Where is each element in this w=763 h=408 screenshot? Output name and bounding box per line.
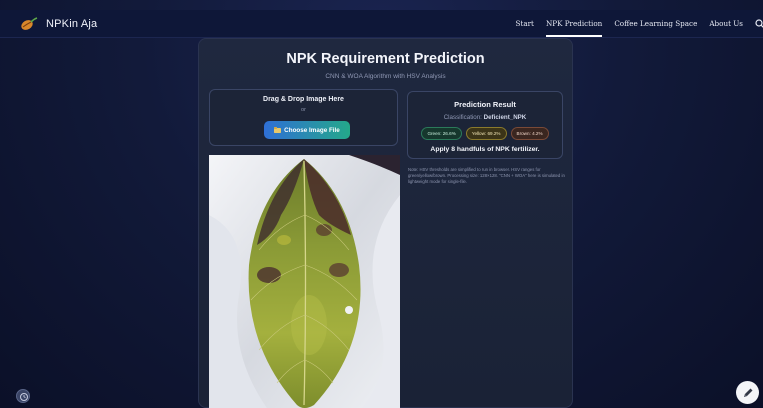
coffee-bean-logo-icon (21, 16, 38, 30)
search-icon[interactable] (755, 19, 763, 29)
classification-value: Deficient_NPK (483, 114, 527, 121)
dropzone-or: or (301, 107, 306, 113)
top-navbar: NPKin Aja Start NPK Prediction Coffee Le… (0, 10, 763, 38)
uploaded-leaf-image (209, 155, 400, 408)
yellow-percentage-chip: Yellow: 69.2% (465, 127, 507, 140)
nav-link-about-us[interactable]: About Us (709, 10, 743, 38)
page-title: NPK Requirement Prediction (286, 51, 485, 67)
prediction-result-panel: Prediction Result Classification: Defici… (407, 91, 563, 159)
nav-link-start[interactable]: Start (516, 10, 534, 38)
hsv-chips: Green: 26.6% Yellow: 69.2% Brown: 4.2% (408, 127, 562, 140)
classification-text: Classification: Deficient_NPK (408, 114, 562, 121)
nav-links: Start NPK Prediction Coffee Learning Spa… (516, 10, 763, 38)
clock-icon (20, 393, 28, 401)
choose-image-label: Choose Image File (284, 126, 340, 134)
nav-link-npk-prediction[interactable]: NPK Prediction (545, 10, 603, 38)
result-title: Prediction Result (454, 100, 516, 109)
brand[interactable]: NPKin Aja (20, 16, 98, 31)
choose-image-button[interactable]: Choose Image File (264, 121, 350, 139)
nav-link-coffee-learning-space[interactable]: Coffee Learning Space (614, 10, 697, 38)
dropzone-label: Drag & Drop Image Here (263, 96, 344, 103)
page-subtitle: CNN & WOA Algorithm with HSV Analysis (325, 73, 446, 80)
brand-name: NPKin Aja (46, 17, 98, 30)
brown-percentage-chip: Brown: 4.2% (510, 127, 549, 140)
pencil-icon (743, 388, 752, 397)
edit-button[interactable] (736, 381, 759, 404)
folder-icon (274, 127, 282, 133)
leaf-photo (209, 155, 400, 408)
processing-note: Note: HSV thresholds are simplified to r… (408, 167, 565, 185)
image-dropzone[interactable]: Drag & Drop Image Here or Choose Image F… (209, 89, 398, 146)
history-button[interactable] (16, 389, 30, 403)
prediction-card: NPK Requirement Prediction CNN & WOA Alg… (198, 38, 573, 408)
classification-label: Classification: (443, 114, 482, 121)
green-percentage-chip: Green: 26.6% (421, 127, 462, 140)
fertilizer-recommendation: Apply 8 handfuls of NPK fertilizer. (430, 146, 540, 153)
